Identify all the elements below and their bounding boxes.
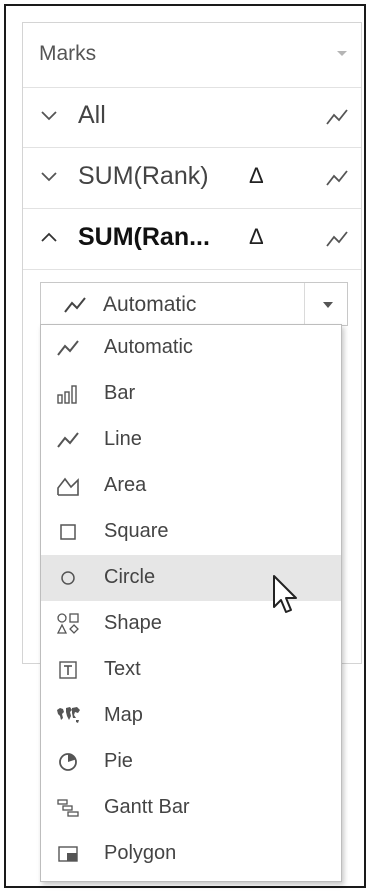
- marks-row-sum-rank[interactable]: SUM(Rank) Δ: [23, 148, 361, 209]
- line-icon: [326, 231, 348, 247]
- area-icon: [57, 477, 79, 496]
- line-icon: [326, 109, 348, 125]
- shape-icon: [56, 613, 79, 634]
- pie-icon: [59, 753, 77, 771]
- text-icon: [59, 661, 77, 679]
- menu-item-gantt-bar[interactable]: Gantt Bar: [41, 785, 341, 831]
- menu-item-label: Gantt Bar: [104, 796, 190, 818]
- line-icon: [57, 432, 79, 448]
- menu-item-label: Line: [104, 428, 142, 450]
- menu-item-pie[interactable]: Pie: [41, 739, 341, 785]
- marks-card-header[interactable]: Marks: [23, 23, 361, 88]
- map-icon: [57, 707, 80, 723]
- menu-item-label: Square: [104, 520, 169, 542]
- delta-icon: Δ: [249, 163, 264, 188]
- bar-chart-icon: [57, 385, 77, 404]
- menu-item-label: Map: [104, 704, 143, 726]
- menu-item-bar[interactable]: Bar: [41, 371, 341, 417]
- menu-item-line[interactable]: Line: [41, 417, 341, 463]
- menu-item-label: Text: [104, 658, 141, 680]
- mouse-pointer-icon: [273, 575, 297, 613]
- dropdown-divider: [304, 283, 305, 325]
- menu-item-automatic[interactable]: Automatic: [41, 325, 341, 371]
- menu-item-label: Area: [104, 474, 147, 496]
- menu-item-label: Pie: [104, 750, 133, 772]
- marks-row-sum-rank-2[interactable]: SUM(Ran... Δ: [23, 209, 361, 270]
- line-icon: [326, 170, 348, 186]
- square-icon: [60, 524, 76, 540]
- chevron-up-icon[interactable]: [40, 229, 58, 247]
- polygon-icon: [58, 846, 78, 862]
- line-icon: [64, 297, 86, 313]
- menu-item-label: Polygon: [104, 842, 177, 864]
- marks-row-label: SUM(Ran...: [78, 223, 210, 251]
- menu-item-square[interactable]: Square: [41, 509, 341, 555]
- menu-item-label: Bar: [104, 382, 136, 404]
- menu-item-label: Automatic: [104, 336, 193, 358]
- menu-item-map[interactable]: Map: [41, 693, 341, 739]
- line-icon: [57, 340, 79, 356]
- card-menu-caret-icon[interactable]: [337, 51, 347, 56]
- menu-item-label: Shape: [104, 612, 162, 634]
- chevron-down-icon[interactable]: [323, 302, 333, 308]
- marks-card-title: Marks: [39, 42, 97, 65]
- circle-icon: [61, 571, 75, 585]
- mark-type-value: Automatic: [103, 293, 197, 316]
- menu-item-text[interactable]: Text: [41, 647, 341, 693]
- screenshot-frame: Marks All SUM(Rank) Δ SUM(Ran... Δ Autom…: [4, 4, 366, 888]
- gantt-bar-icon: [57, 799, 79, 817]
- menu-item-label: Circle: [104, 566, 156, 588]
- chevron-down-icon[interactable]: [40, 168, 58, 186]
- marks-row-label: All: [78, 101, 106, 129]
- marks-row-label: SUM(Rank): [78, 162, 209, 190]
- menu-item-polygon[interactable]: Polygon: [41, 831, 341, 877]
- delta-icon: Δ: [249, 224, 264, 249]
- marks-row-all[interactable]: All: [23, 87, 361, 148]
- menu-item-area[interactable]: Area: [41, 463, 341, 509]
- chevron-down-icon[interactable]: [40, 107, 58, 125]
- mark-type-dropdown[interactable]: Automatic: [40, 282, 348, 326]
